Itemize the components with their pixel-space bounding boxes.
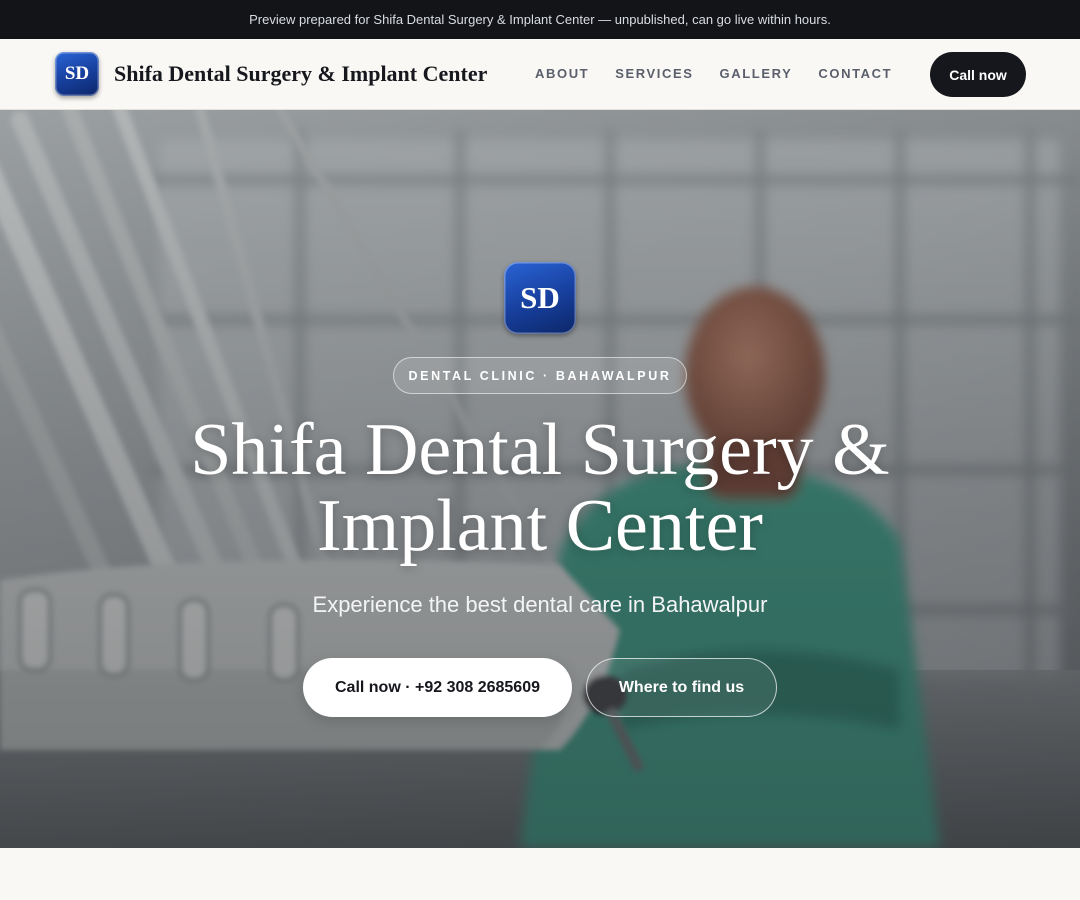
- brand-name[interactable]: Shifa Dental Surgery & Implant Center: [114, 61, 487, 87]
- where-to-find-us-button[interactable]: Where to find us: [586, 658, 777, 717]
- header-call-now-button[interactable]: Call now: [930, 52, 1026, 97]
- hero-call-now-button[interactable]: Call now · +92 308 2685609: [303, 658, 572, 717]
- nav-item-contact[interactable]: CONTACT: [818, 66, 892, 81]
- hero-subtitle: Experience the best dental care in Bahaw…: [312, 592, 768, 617]
- hero-eyebrow-badge: DENTAL CLINIC · BAHAWALPUR: [393, 357, 687, 394]
- logo-text: SD: [64, 63, 90, 84]
- nav-item-gallery[interactable]: GALLERY: [720, 66, 793, 81]
- nav-item-services[interactable]: SERVICES: [615, 66, 693, 81]
- hero-title: Shifa Dental Surgery & Implant Center: [190, 409, 890, 567]
- nav-item-about[interactable]: ABOUT: [535, 66, 589, 81]
- logo[interactable]: SD: [55, 52, 99, 96]
- site-header: SD Shifa Dental Surgery & Implant Center…: [0, 39, 1080, 110]
- hero-logo: SD: [504, 262, 576, 334]
- preview-banner: Preview prepared for Shifa Dental Surger…: [0, 0, 1080, 39]
- preview-banner-text: Preview prepared for Shifa Dental Surger…: [249, 12, 831, 27]
- hero-section: SD DENTAL CLINIC · BAHAWALPUR Shifa Dent…: [0, 110, 1080, 848]
- main-nav: ABOUT SERVICES GALLERY CONTACT: [535, 66, 918, 81]
- hero-logo-text: SD: [520, 280, 560, 315]
